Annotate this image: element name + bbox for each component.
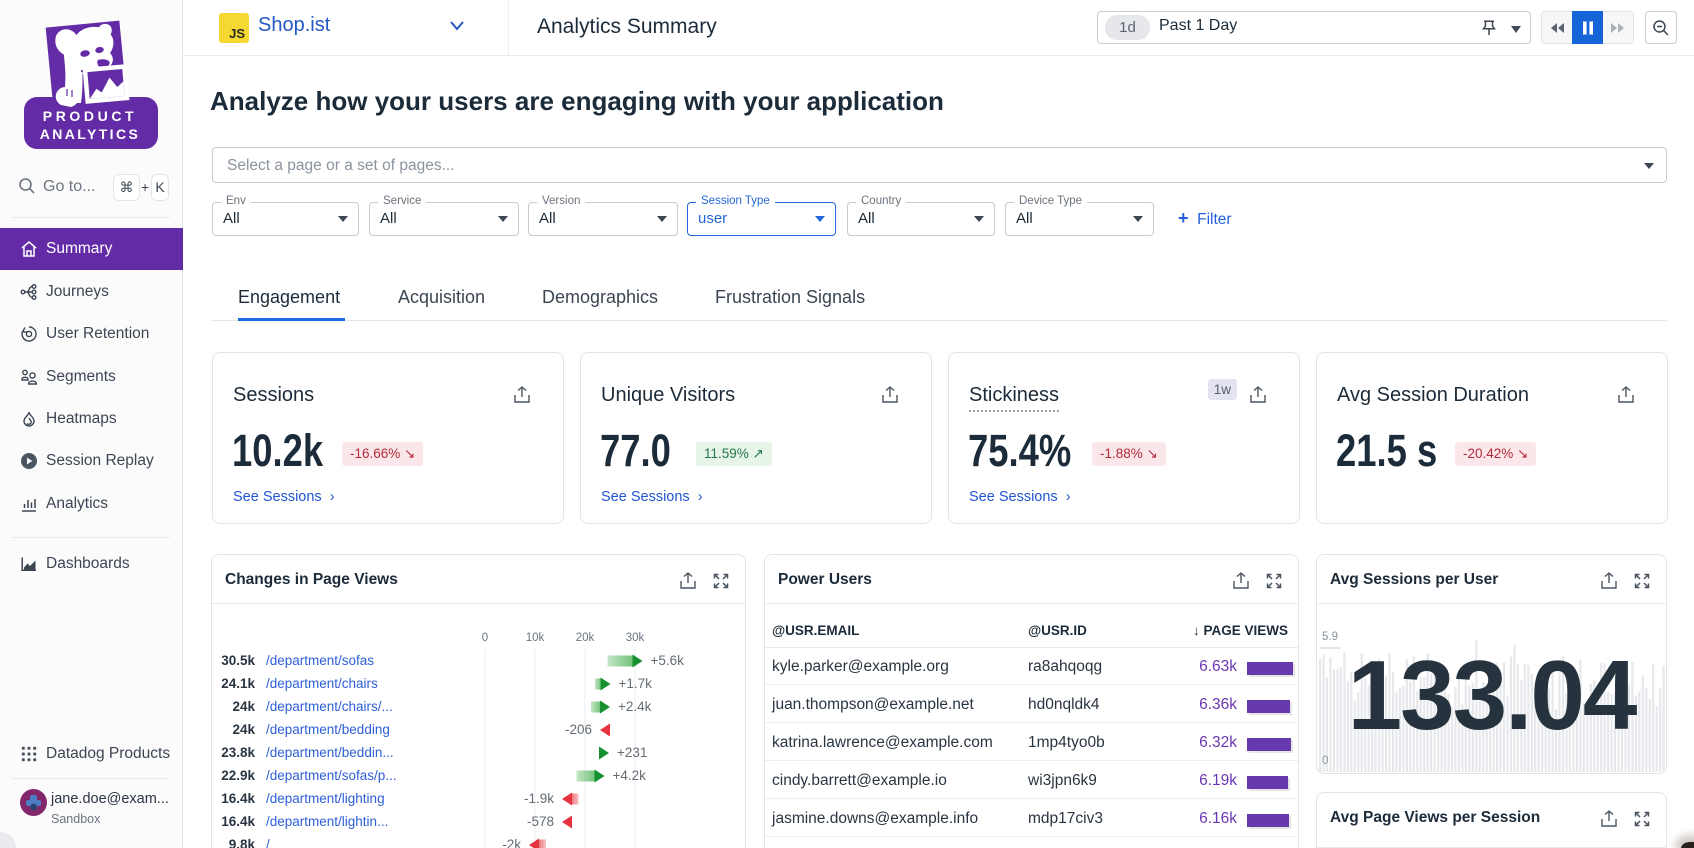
svg-text:PRODUCT: PRODUCT	[43, 108, 137, 124]
svg-text:-1.9k: -1.9k	[524, 791, 554, 806]
svg-text:9.8k: 9.8k	[229, 837, 256, 848]
svg-text:-206: -206	[565, 722, 592, 737]
svg-text:/department/beddin...: /department/beddin...	[266, 745, 394, 760]
svg-text:10k: 10k	[526, 632, 545, 644]
svg-text:0: 0	[482, 632, 488, 644]
svg-text:-578: -578	[527, 814, 554, 829]
svg-text:/department/sofas: /department/sofas	[266, 653, 374, 668]
svg-text:/department/lightin...: /department/lightin...	[266, 814, 388, 829]
svg-text:20k: 20k	[576, 632, 595, 644]
svg-text:30.5k: 30.5k	[221, 653, 255, 668]
svg-text:/department/chairs: /department/chairs	[266, 676, 378, 691]
svg-text:+2.4k: +2.4k	[618, 699, 652, 714]
svg-text:-2k: -2k	[502, 837, 521, 848]
svg-text:30k: 30k	[626, 632, 645, 644]
svg-text:23.8k: 23.8k	[221, 745, 255, 760]
svg-text:24k: 24k	[232, 722, 255, 737]
svg-text:+1.7k: +1.7k	[619, 676, 653, 691]
svg-text:+4.2k: +4.2k	[613, 768, 647, 783]
svg-text:16.4k: 16.4k	[221, 814, 255, 829]
svg-text:/: /	[266, 837, 270, 848]
svg-text:16.4k: 16.4k	[221, 791, 255, 806]
svg-text:/department/lighting: /department/lighting	[266, 791, 385, 806]
svg-text:24.1k: 24.1k	[221, 676, 255, 691]
svg-text:/department/sofas/p...: /department/sofas/p...	[266, 768, 397, 783]
svg-text:+231: +231	[617, 745, 647, 760]
svg-text:/department/bedding: /department/bedding	[266, 722, 390, 737]
svg-text:ANALYTICS: ANALYTICS	[40, 126, 140, 142]
svg-text:+5.6k: +5.6k	[651, 653, 685, 668]
svg-text:22.9k: 22.9k	[221, 768, 255, 783]
svg-text:/department/chairs/...: /department/chairs/...	[266, 699, 393, 714]
svg-text:24k: 24k	[232, 699, 255, 714]
